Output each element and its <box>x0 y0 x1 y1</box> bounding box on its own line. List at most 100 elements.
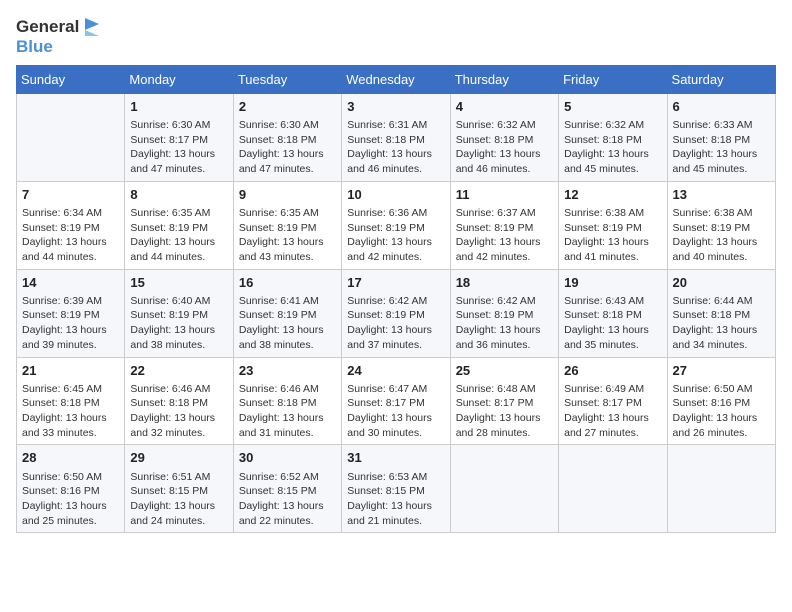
calendar-cell: 24 Sunrise: 6:47 AM Sunset: 8:17 PM Dayli… <box>342 357 450 445</box>
calendar-cell: 31 Sunrise: 6:53 AM Sunset: 8:15 PM Dayli… <box>342 445 450 533</box>
cell-content: Sunrise: 6:43 AM Sunset: 8:18 PM Dayligh… <box>564 294 661 353</box>
cell-content: Sunrise: 6:39 AM Sunset: 8:19 PM Dayligh… <box>22 294 119 353</box>
cell-content: Sunrise: 6:51 AM Sunset: 8:15 PM Dayligh… <box>130 470 227 529</box>
calendar-cell: 21 Sunrise: 6:45 AM Sunset: 8:18 PM Dayli… <box>17 357 125 445</box>
header-cell-saturday: Saturday <box>667 65 775 93</box>
day-number: 6 <box>673 98 770 116</box>
day-number: 29 <box>130 449 227 467</box>
calendar-cell <box>559 445 667 533</box>
day-number: 23 <box>239 362 336 380</box>
calendar-cell: 27 Sunrise: 6:50 AM Sunset: 8:16 PM Dayli… <box>667 357 775 445</box>
cell-content: Sunrise: 6:50 AM Sunset: 8:16 PM Dayligh… <box>673 382 770 441</box>
calendar-cell <box>667 445 775 533</box>
calendar-cell <box>450 445 558 533</box>
calendar-cell: 25 Sunrise: 6:48 AM Sunset: 8:17 PM Dayli… <box>450 357 558 445</box>
cell-content: Sunrise: 6:52 AM Sunset: 8:15 PM Dayligh… <box>239 470 336 529</box>
cell-content: Sunrise: 6:37 AM Sunset: 8:19 PM Dayligh… <box>456 206 553 265</box>
day-number: 26 <box>564 362 661 380</box>
calendar-table: SundayMondayTuesdayWednesdayThursdayFrid… <box>16 65 776 534</box>
calendar-header: SundayMondayTuesdayWednesdayThursdayFrid… <box>17 65 776 93</box>
calendar-cell: 3Sunrise: 6:31 AM Sunset: 8:18 PM Daylig… <box>342 93 450 181</box>
calendar-cell: 29 Sunrise: 6:51 AM Sunset: 8:15 PM Dayli… <box>125 445 233 533</box>
cell-content: Sunrise: 6:53 AM Sunset: 8:15 PM Dayligh… <box>347 470 444 529</box>
logo: General Blue <box>16 16 103 57</box>
day-number: 22 <box>130 362 227 380</box>
day-number: 28 <box>22 449 119 467</box>
day-number: 7 <box>22 186 119 204</box>
calendar-cell: 9 Sunrise: 6:35 AM Sunset: 8:19 PM Daylig… <box>233 181 341 269</box>
header-cell-thursday: Thursday <box>450 65 558 93</box>
calendar-cell: 8 Sunrise: 6:35 AM Sunset: 8:19 PM Daylig… <box>125 181 233 269</box>
day-number: 10 <box>347 186 444 204</box>
day-number: 11 <box>456 186 553 204</box>
calendar-cell: 7 Sunrise: 6:34 AM Sunset: 8:19 PM Daylig… <box>17 181 125 269</box>
calendar-cell: 23Sunrise: 6:46 AM Sunset: 8:18 PM Dayli… <box>233 357 341 445</box>
cell-content: Sunrise: 6:36 AM Sunset: 8:19 PM Dayligh… <box>347 206 444 265</box>
cell-content: Sunrise: 6:49 AM Sunset: 8:17 PM Dayligh… <box>564 382 661 441</box>
day-number: 25 <box>456 362 553 380</box>
week-row: 21 Sunrise: 6:45 AM Sunset: 8:18 PM Dayli… <box>17 357 776 445</box>
day-number: 19 <box>564 274 661 292</box>
calendar-cell: 12Sunrise: 6:38 AM Sunset: 8:19 PM Dayli… <box>559 181 667 269</box>
calendar-cell: 26 Sunrise: 6:49 AM Sunset: 8:17 PM Dayli… <box>559 357 667 445</box>
calendar-cell: 17Sunrise: 6:42 AM Sunset: 8:19 PM Dayli… <box>342 269 450 357</box>
day-number: 24 <box>347 362 444 380</box>
day-number: 20 <box>673 274 770 292</box>
cell-content: Sunrise: 6:34 AM Sunset: 8:19 PM Dayligh… <box>22 206 119 265</box>
calendar-cell: 1 Sunrise: 6:30 AM Sunset: 8:17 PM Daylig… <box>125 93 233 181</box>
cell-content: Sunrise: 6:32 AM Sunset: 8:18 PM Dayligh… <box>564 118 661 177</box>
cell-content: Sunrise: 6:30 AM Sunset: 8:17 PM Dayligh… <box>130 118 227 177</box>
header-row: SundayMondayTuesdayWednesdayThursdayFrid… <box>17 65 776 93</box>
calendar-cell: 16Sunrise: 6:41 AM Sunset: 8:19 PM Dayli… <box>233 269 341 357</box>
calendar-cell: 2Sunrise: 6:30 AM Sunset: 8:18 PM Daylig… <box>233 93 341 181</box>
cell-content: Sunrise: 6:41 AM Sunset: 8:19 PM Dayligh… <box>239 294 336 353</box>
calendar-cell: 20Sunrise: 6:44 AM Sunset: 8:18 PM Dayli… <box>667 269 775 357</box>
cell-content: Sunrise: 6:38 AM Sunset: 8:19 PM Dayligh… <box>673 206 770 265</box>
day-number: 17 <box>347 274 444 292</box>
cell-content: Sunrise: 6:35 AM Sunset: 8:19 PM Dayligh… <box>130 206 227 265</box>
cell-content: Sunrise: 6:42 AM Sunset: 8:19 PM Dayligh… <box>456 294 553 353</box>
calendar-cell: 18Sunrise: 6:42 AM Sunset: 8:19 PM Dayli… <box>450 269 558 357</box>
calendar-cell: 28 Sunrise: 6:50 AM Sunset: 8:16 PM Dayli… <box>17 445 125 533</box>
day-number: 14 <box>22 274 119 292</box>
week-row: 7 Sunrise: 6:34 AM Sunset: 8:19 PM Daylig… <box>17 181 776 269</box>
calendar-cell: 14 Sunrise: 6:39 AM Sunset: 8:19 PM Dayli… <box>17 269 125 357</box>
day-number: 4 <box>456 98 553 116</box>
day-number: 13 <box>673 186 770 204</box>
calendar-cell: 30 Sunrise: 6:52 AM Sunset: 8:15 PM Dayli… <box>233 445 341 533</box>
cell-content: Sunrise: 6:46 AM Sunset: 8:18 PM Dayligh… <box>130 382 227 441</box>
cell-content: Sunrise: 6:35 AM Sunset: 8:19 PM Dayligh… <box>239 206 336 265</box>
calendar-cell: 19 Sunrise: 6:43 AM Sunset: 8:18 PM Dayli… <box>559 269 667 357</box>
cell-content: Sunrise: 6:50 AM Sunset: 8:16 PM Dayligh… <box>22 470 119 529</box>
calendar-cell <box>17 93 125 181</box>
page-header: General Blue <box>16 16 776 57</box>
cell-content: Sunrise: 6:47 AM Sunset: 8:17 PM Dayligh… <box>347 382 444 441</box>
calendar-cell: 15Sunrise: 6:40 AM Sunset: 8:19 PM Dayli… <box>125 269 233 357</box>
header-cell-tuesday: Tuesday <box>233 65 341 93</box>
cell-content: Sunrise: 6:32 AM Sunset: 8:18 PM Dayligh… <box>456 118 553 177</box>
day-number: 3 <box>347 98 444 116</box>
calendar-cell: 22 Sunrise: 6:46 AM Sunset: 8:18 PM Dayli… <box>125 357 233 445</box>
cell-content: Sunrise: 6:48 AM Sunset: 8:17 PM Dayligh… <box>456 382 553 441</box>
logo-general: General <box>16 18 79 37</box>
header-cell-wednesday: Wednesday <box>342 65 450 93</box>
cell-content: Sunrise: 6:38 AM Sunset: 8:19 PM Dayligh… <box>564 206 661 265</box>
header-cell-friday: Friday <box>559 65 667 93</box>
calendar-cell: 13 Sunrise: 6:38 AM Sunset: 8:19 PM Dayli… <box>667 181 775 269</box>
day-number: 27 <box>673 362 770 380</box>
day-number: 1 <box>130 98 227 116</box>
logo-flag-icon <box>81 16 103 38</box>
calendar-cell: 11 Sunrise: 6:37 AM Sunset: 8:19 PM Dayli… <box>450 181 558 269</box>
day-number: 9 <box>239 186 336 204</box>
week-row: 1 Sunrise: 6:30 AM Sunset: 8:17 PM Daylig… <box>17 93 776 181</box>
calendar-cell: 6Sunrise: 6:33 AM Sunset: 8:18 PM Daylig… <box>667 93 775 181</box>
cell-content: Sunrise: 6:45 AM Sunset: 8:18 PM Dayligh… <box>22 382 119 441</box>
day-number: 8 <box>130 186 227 204</box>
calendar-cell: 4 Sunrise: 6:32 AM Sunset: 8:18 PM Daylig… <box>450 93 558 181</box>
day-number: 5 <box>564 98 661 116</box>
week-row: 14 Sunrise: 6:39 AM Sunset: 8:19 PM Dayli… <box>17 269 776 357</box>
day-number: 30 <box>239 449 336 467</box>
day-number: 31 <box>347 449 444 467</box>
day-number: 21 <box>22 362 119 380</box>
cell-content: Sunrise: 6:30 AM Sunset: 8:18 PM Dayligh… <box>239 118 336 177</box>
